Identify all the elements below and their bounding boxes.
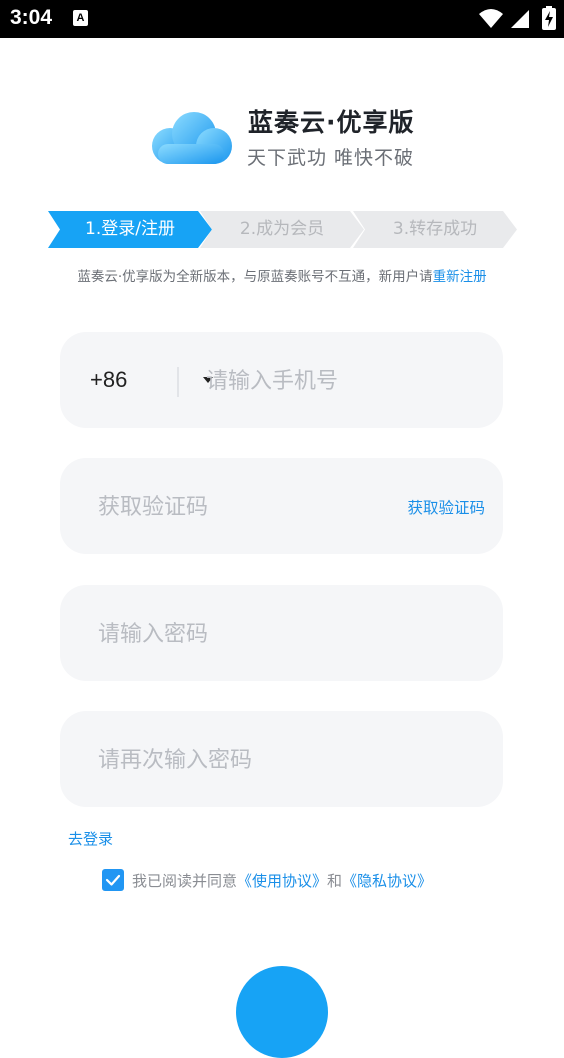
divider [177, 367, 179, 397]
step-label: 1.登录/注册 [85, 219, 175, 239]
signal-icon [510, 10, 529, 28]
wifi-icon [478, 9, 503, 28]
code-field: 获取验证码 [60, 458, 503, 554]
phone-input[interactable] [204, 360, 488, 402]
password-input[interactable] [96, 613, 480, 655]
agreement-prefix: 我已阅读并同意 [132, 872, 238, 890]
phone-field: +86 [60, 332, 503, 428]
verification-code-input[interactable] [96, 486, 390, 528]
step-become-member: 2.成为会员 [200, 211, 364, 248]
submit-button[interactable] [236, 966, 328, 1058]
status-bar: 3:04 A [0, 0, 564, 38]
terms-link[interactable]: 《使用协议》 [237, 872, 327, 890]
password-field [60, 585, 503, 681]
progress-steps: 1.登录/注册 2.成为会员 3.转存成功 [48, 211, 518, 248]
password-confirm-input[interactable] [96, 739, 480, 781]
app-slogan: 天下武功 唯快不破 [247, 147, 415, 169]
step-label: 3.转存成功 [392, 219, 478, 239]
step-label: 2.成为会员 [239, 219, 325, 239]
step-transfer-success: 3.转存成功 [353, 211, 517, 248]
battery-icon [542, 6, 556, 30]
password-confirm-field [60, 711, 503, 807]
step-login-register: 1.登录/注册 [48, 211, 212, 248]
status-icons [478, 6, 556, 32]
cloud-icon [152, 112, 232, 164]
privacy-link[interactable]: 《隐私协议》 [342, 872, 432, 890]
agreement-text: 我已阅读并同意《使用协议》和《隐私协议》 [132, 870, 432, 892]
go-login-link[interactable]: 去登录 [68, 828, 113, 849]
country-code-selector[interactable]: +86 [90, 332, 127, 428]
agreement-checkbox[interactable] [102, 869, 124, 891]
notice-text: 蓝奏云·优享版为全新版本，与原蓝奏账号不互通，新用户请 [77, 269, 433, 285]
get-code-button[interactable]: 获取验证码 [407, 458, 485, 554]
status-time: 3:04 [10, 6, 53, 29]
app-title: 蓝奏云·优享版 [248, 108, 415, 137]
re-register-link[interactable]: 重新注册 [433, 269, 487, 285]
agreement-and: 和 [327, 872, 343, 890]
version-notice: 蓝奏云·优享版为全新版本，与原蓝奏账号不互通，新用户请重新注册 [0, 265, 564, 285]
check-icon [105, 874, 121, 886]
notification-icon: A [73, 10, 88, 26]
